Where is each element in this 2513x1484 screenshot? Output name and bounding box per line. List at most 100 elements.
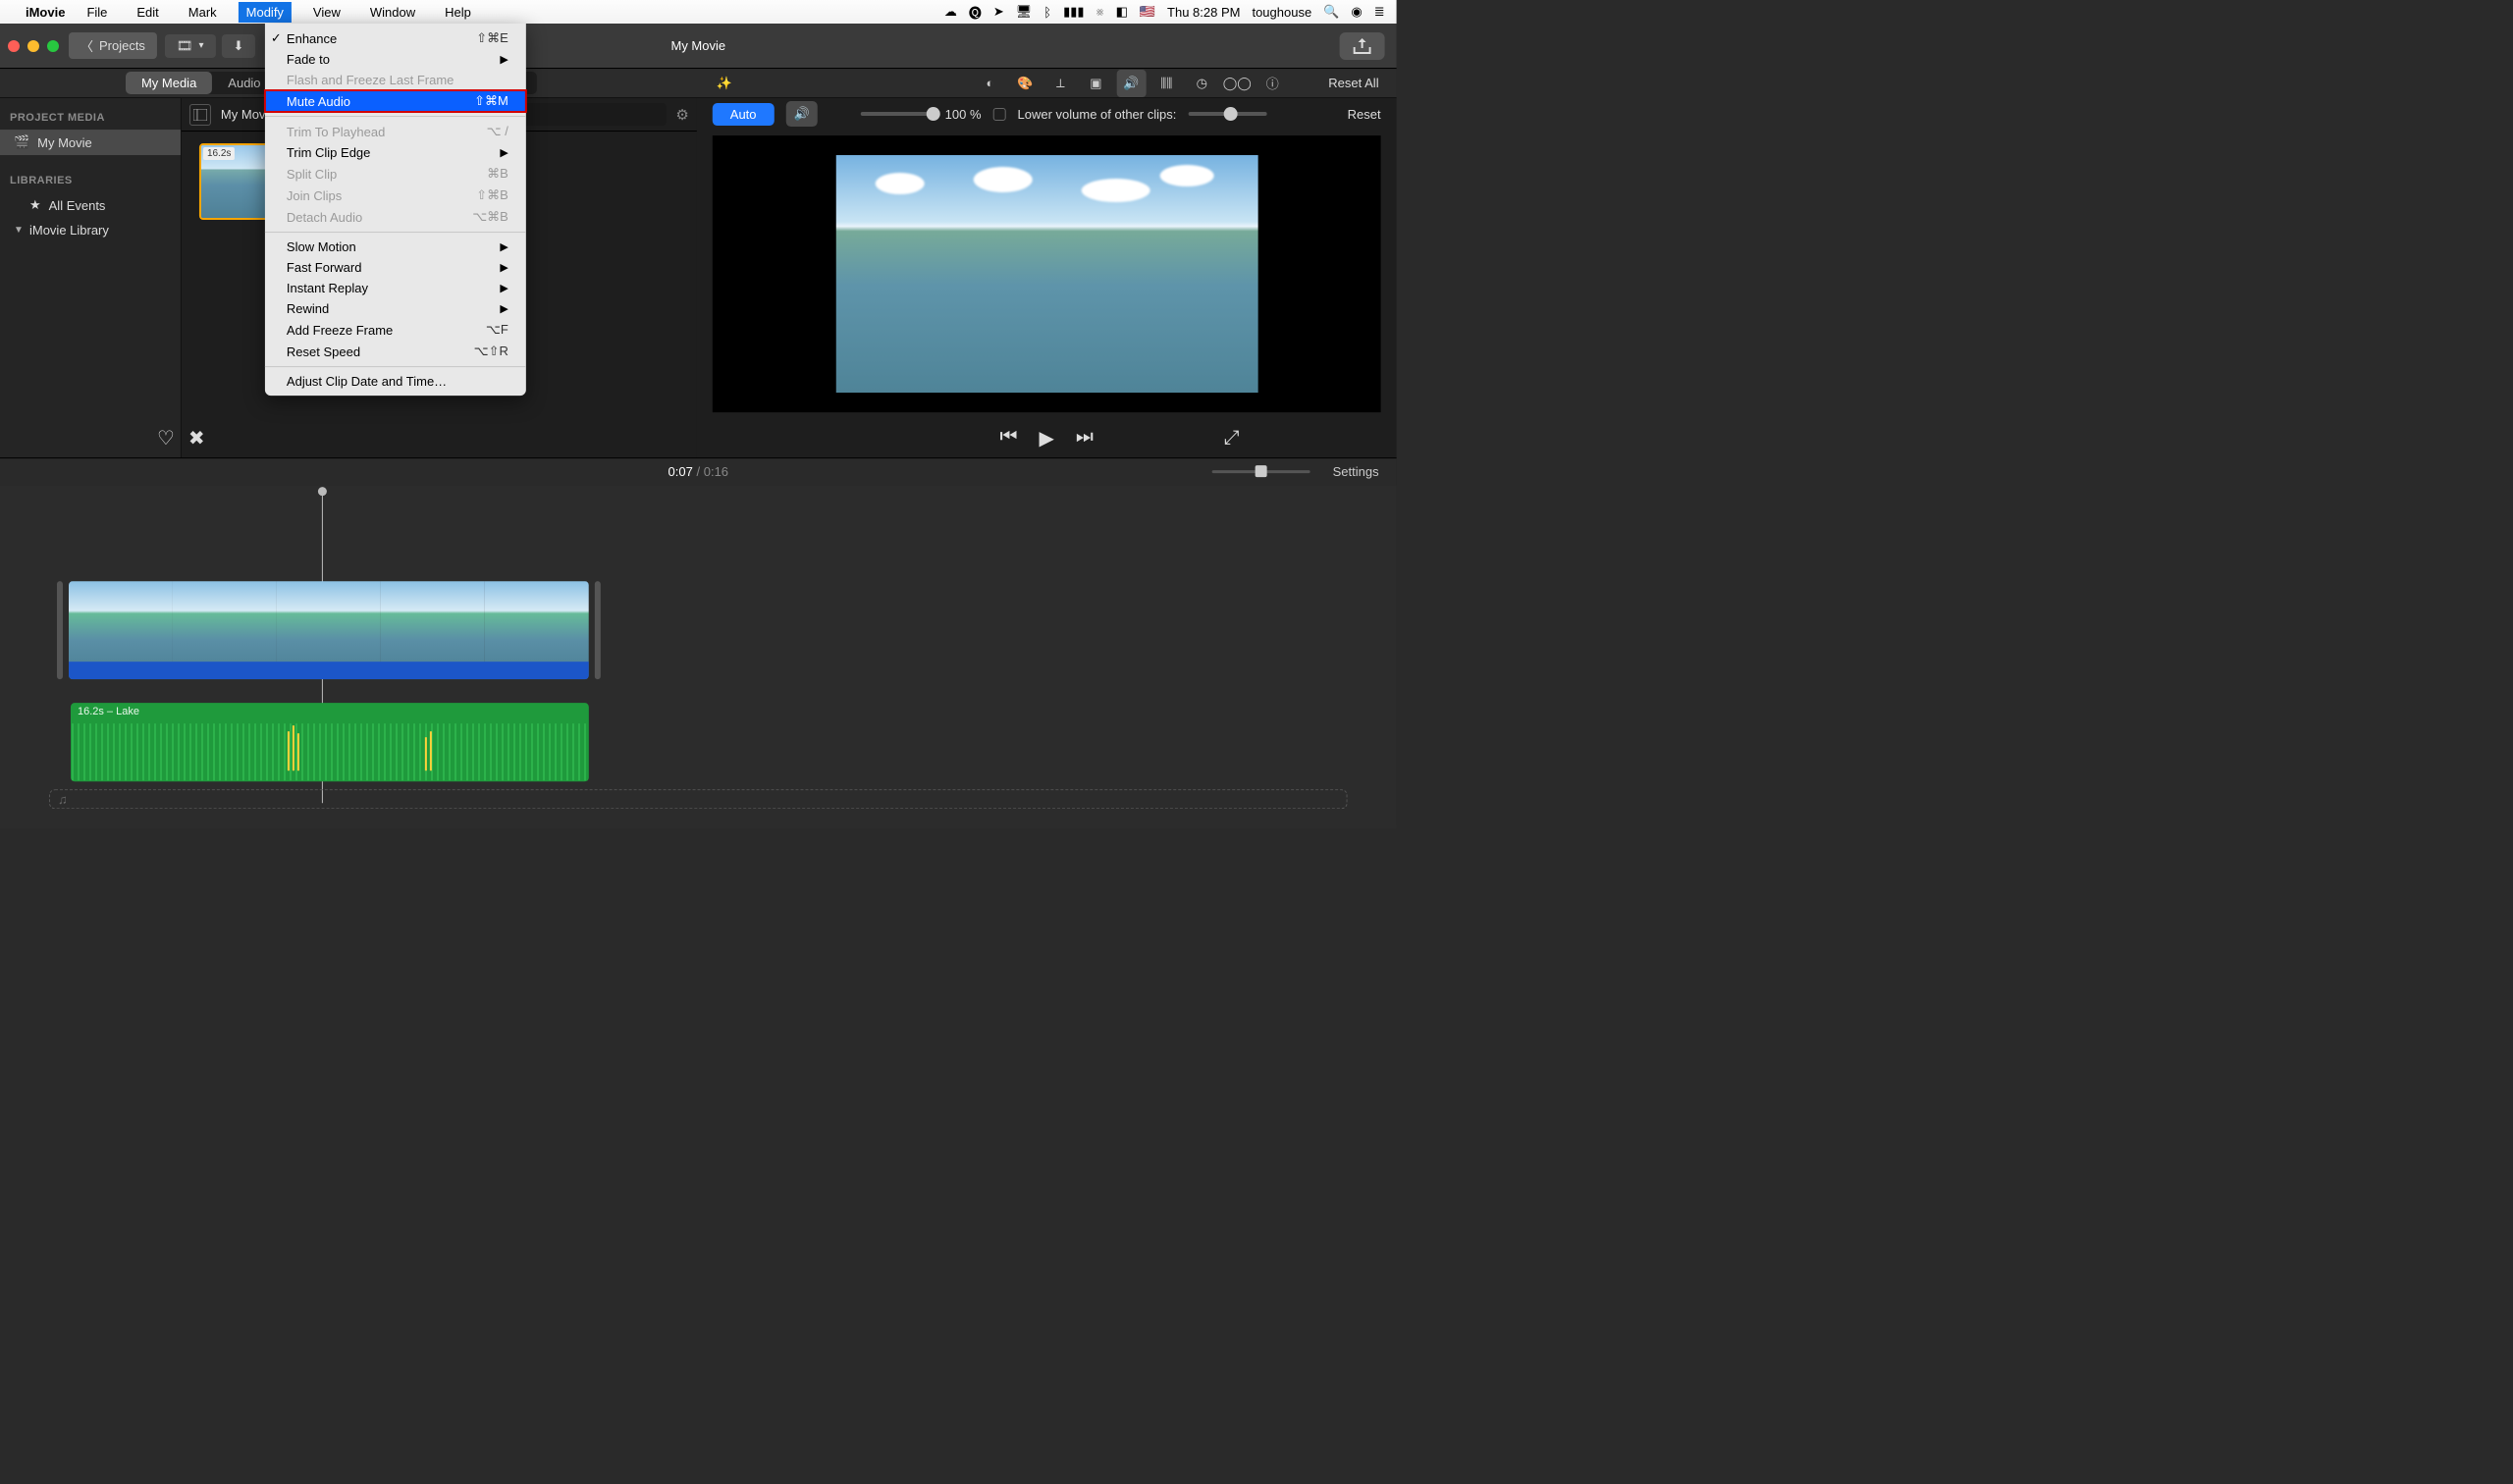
menu-item-add-freeze-frame[interactable]: Add Freeze Frame⌥F bbox=[265, 319, 526, 341]
playback-controls: ♡ ✖ ⏮ ▶ ⏭ ⤢ bbox=[697, 418, 1397, 457]
menu-item-adjust-clip-date-and-time[interactable]: Adjust Clip Date and Time… bbox=[265, 371, 526, 392]
preview-canvas[interactable] bbox=[713, 135, 1381, 412]
timeline-zoom-slider[interactable] bbox=[1212, 470, 1310, 473]
menu-item-instant-replay[interactable]: Instant Replay▶ bbox=[265, 278, 526, 298]
sidebar-item-my-movie[interactable]: 🎬 My Movie bbox=[0, 130, 181, 155]
menu-modify[interactable]: Modify bbox=[239, 2, 292, 23]
menu-shortcut: ⌥⇧R bbox=[474, 344, 508, 359]
clip-filter-icon[interactable]: ◯◯ bbox=[1222, 70, 1252, 97]
close-window-button[interactable] bbox=[8, 40, 20, 52]
menu-item-label: Adjust Clip Date and Time… bbox=[287, 374, 447, 389]
sidebar-item-all-events[interactable]: ★ All Events bbox=[0, 192, 181, 218]
menu-item-label: Flash and Freeze Last Frame bbox=[287, 73, 454, 87]
import-button[interactable]: 🎞▾ bbox=[165, 34, 216, 58]
mute-toggle-button[interactable]: 🔊 bbox=[786, 101, 818, 127]
menubar-user[interactable]: toughouse bbox=[1252, 5, 1311, 20]
menu-file[interactable]: File bbox=[79, 2, 115, 23]
slider-knob[interactable] bbox=[927, 107, 940, 121]
zoom-knob[interactable] bbox=[1256, 465, 1267, 477]
reset-button[interactable]: Reset bbox=[1348, 107, 1381, 122]
crop-icon[interactable]: ⟂ bbox=[1045, 70, 1075, 97]
favorite-icon[interactable]: ♡ bbox=[157, 426, 175, 450]
stabilize-icon[interactable]: ▣ bbox=[1081, 70, 1110, 97]
timeline-settings-button[interactable]: Settings bbox=[1333, 464, 1379, 479]
menu-shortcut: ⌘B bbox=[487, 166, 508, 182]
menu-item-rewind[interactable]: Rewind▶ bbox=[265, 298, 526, 319]
play-button[interactable]: ▶ bbox=[1039, 426, 1053, 450]
chevron-left-icon: 〈 bbox=[80, 36, 93, 55]
sidebar-item-label: My Movie bbox=[37, 135, 92, 150]
menu-edit[interactable]: Edit bbox=[129, 2, 166, 23]
zoom-window-button[interactable] bbox=[47, 40, 59, 52]
battery-icon[interactable]: ▮▮▮ bbox=[1063, 4, 1084, 20]
lower-others-checkbox[interactable] bbox=[993, 108, 1006, 121]
menu-mark[interactable]: Mark bbox=[181, 2, 225, 23]
menu-item-label: Split Clip bbox=[287, 167, 337, 182]
next-frame-button[interactable]: ⏭ bbox=[1076, 426, 1094, 450]
menu-help[interactable]: Help bbox=[437, 2, 479, 23]
spotlight-icon[interactable]: 🔍 bbox=[1323, 4, 1339, 20]
menubar-right: ☁︎ 🅠 ➤ 🖥 ᛒ ▮▮▮ ⨳ ◧ 🇺🇸 Thu 8:28 PM tougho… bbox=[944, 3, 1385, 22]
bluetooth-icon[interactable]: ᛒ bbox=[1043, 5, 1051, 20]
menu-item-trim-clip-edge[interactable]: Trim Clip Edge▶ bbox=[265, 142, 526, 163]
auto-volume-button[interactable]: Auto bbox=[713, 103, 775, 126]
volume-slider[interactable] bbox=[861, 112, 934, 116]
menubar-clock[interactable]: Thu 8:28 PM bbox=[1167, 5, 1240, 20]
color-balance-icon[interactable]: ◐ bbox=[975, 70, 1004, 97]
display-icon[interactable]: 🖥 bbox=[1016, 4, 1033, 20]
submenu-arrow-icon: ▶ bbox=[500, 146, 508, 159]
window-controls bbox=[8, 40, 59, 52]
info-icon[interactable]: ⓘ bbox=[1257, 70, 1287, 97]
menu-item-mute-audio[interactable]: Mute Audio⇧⌘M bbox=[265, 90, 526, 112]
menu-item-fade-to[interactable]: Fade to▶ bbox=[265, 49, 526, 70]
video-clip-strip[interactable] bbox=[69, 581, 589, 679]
audio-clip[interactable]: 16.2s – Lake bbox=[71, 703, 589, 781]
location-icon[interactable]: ➤ bbox=[993, 4, 1004, 20]
minimize-window-button[interactable] bbox=[27, 40, 39, 52]
section-libraries: LIBRARIES bbox=[0, 169, 181, 192]
speedometer-icon[interactable]: ◷ bbox=[1187, 70, 1216, 97]
projects-back-button[interactable]: 〈 Projects bbox=[69, 32, 157, 59]
fullscreen-icon[interactable]: ⤢ bbox=[1224, 427, 1240, 449]
timeline[interactable]: 16.2s – Lake ♫ bbox=[0, 485, 1397, 828]
menu-view[interactable]: View bbox=[305, 2, 348, 23]
lower-others-slider[interactable] bbox=[1188, 112, 1266, 116]
power-icon[interactable]: ◧ bbox=[1116, 4, 1128, 20]
checkmark-icon: ✓ bbox=[271, 30, 282, 46]
control-center-icon[interactable]: ≣ bbox=[1374, 4, 1385, 20]
menu-item-reset-speed[interactable]: Reset Speed⌥⇧R bbox=[265, 341, 526, 362]
audio-waveform bbox=[72, 723, 588, 780]
menubar-app[interactable]: iMovie bbox=[26, 5, 65, 20]
slider-knob[interactable] bbox=[1223, 107, 1237, 121]
reset-all-button[interactable]: Reset All bbox=[1328, 76, 1378, 90]
clip-handle-right[interactable] bbox=[595, 581, 601, 679]
menu-item-trim-to-playhead: Trim To Playhead⌥ / bbox=[265, 121, 526, 142]
menu-item-slow-motion[interactable]: Slow Motion▶ bbox=[265, 237, 526, 257]
siri-icon[interactable]: ◉ bbox=[1351, 4, 1362, 20]
sidebar-item-imovie-library[interactable]: ▼ iMovie Library bbox=[0, 218, 181, 242]
share-button[interactable] bbox=[1340, 32, 1385, 60]
tab-my-media[interactable]: My Media bbox=[126, 72, 212, 94]
gear-icon[interactable]: ⚙︎ bbox=[675, 106, 688, 124]
preview-viewer: Auto 🔊 100 % Lower volume of other clips… bbox=[697, 98, 1397, 457]
color-wheel-icon[interactable]: 🎨 bbox=[1010, 70, 1040, 97]
sidebar-toggle-icon[interactable] bbox=[189, 104, 211, 126]
flag-us-icon[interactable]: 🇺🇸 bbox=[1140, 4, 1155, 20]
volume-adjust-icon[interactable]: 🔊 bbox=[1116, 70, 1146, 97]
wechat-icon[interactable]: ☁︎ bbox=[944, 4, 957, 20]
library-sidebar: PROJECT MEDIA 🎬 My Movie LIBRARIES ★ All… bbox=[0, 98, 182, 457]
menu-item-fast-forward[interactable]: Fast Forward▶ bbox=[265, 257, 526, 278]
menu-window[interactable]: Window bbox=[362, 2, 423, 23]
equalizer-icon[interactable]: ⫼⫼ bbox=[1151, 70, 1181, 97]
qq-icon[interactable]: 🅠 bbox=[969, 3, 982, 22]
clapboard-icon: 🎬 bbox=[14, 134, 29, 150]
background-music-track[interactable]: ♫ bbox=[49, 789, 1348, 809]
menu-item-enhance[interactable]: ✓Enhance⇧⌘E bbox=[265, 27, 526, 49]
download-arrow-button[interactable]: ⬇︎ bbox=[221, 34, 255, 58]
clip-handle-left[interactable] bbox=[57, 581, 63, 679]
prev-frame-button[interactable]: ⏮ bbox=[1000, 426, 1018, 450]
disclosure-triangle-icon[interactable]: ▼ bbox=[14, 225, 22, 236]
wifi-icon[interactable]: ⨳ bbox=[1096, 4, 1104, 20]
magic-wand-icon[interactable]: ✨ bbox=[710, 70, 739, 97]
reject-icon[interactable]: ✖ bbox=[188, 426, 205, 450]
